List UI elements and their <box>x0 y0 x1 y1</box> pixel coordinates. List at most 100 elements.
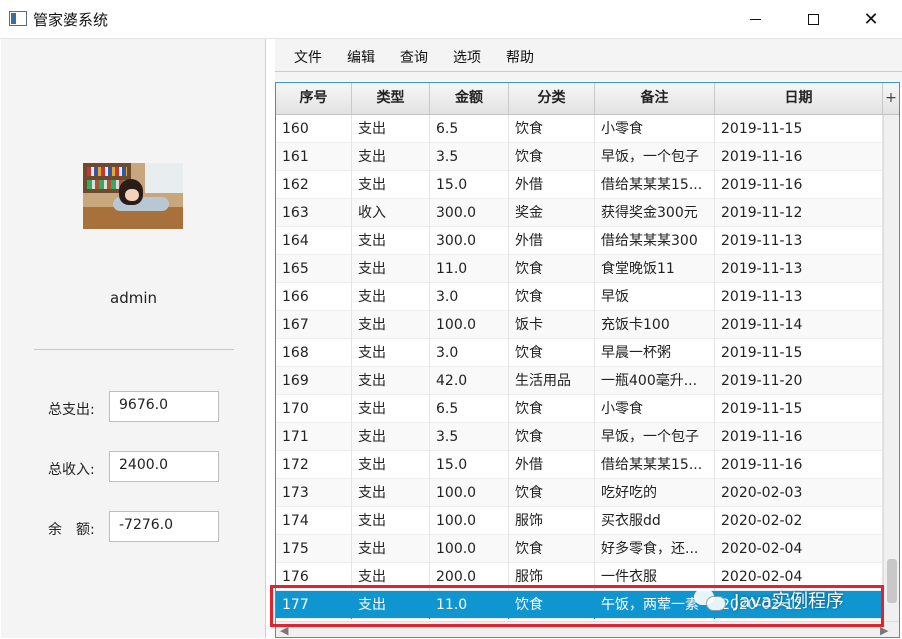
cell-note: 买衣服dd <box>595 507 715 535</box>
cell-category: 饮食 <box>509 255 595 283</box>
cell-type: 支出 <box>352 395 430 423</box>
menu-file[interactable]: 文件 <box>294 47 322 67</box>
table-row[interactable]: 160 支出 6.5 饮食 小零食 2019-11-15 <box>276 115 883 143</box>
table-row[interactable]: 168 支出 3.0 饮食 早晨一杯粥 2019-11-15 <box>276 339 883 367</box>
cell-date: 2019-11-13 <box>715 283 883 311</box>
table-row[interactable]: 166 支出 3.0 饮食 早饭 2019-11-13 <box>276 283 883 311</box>
menu-query[interactable]: 查询 <box>400 47 428 67</box>
vertical-scrollbar[interactable] <box>883 115 899 621</box>
cell-type: 支出 <box>352 423 430 451</box>
cell-type: 支出 <box>352 143 430 171</box>
cell-type: 支出 <box>352 479 430 507</box>
total-expense-label: 总支出: <box>48 402 95 418</box>
cell-type: 支出 <box>352 227 430 255</box>
avatar <box>83 163 183 229</box>
cell-note: 早饭，一个包子 <box>595 143 715 171</box>
table-row[interactable]: 165 支出 11.0 饮食 食堂晚饭11 2019-11-13 <box>276 255 883 283</box>
cell-amount: 6.5 <box>430 395 509 423</box>
cell-id: 174 <box>276 507 352 535</box>
cell-date: 2019-11-13 <box>715 255 883 283</box>
cell-amount: 3.5 <box>430 423 509 451</box>
total-income-label: 总收入: <box>48 462 95 478</box>
minimize-icon <box>749 18 761 20</box>
cell-amount: 3.0 <box>430 339 509 367</box>
cell-id: 171 <box>276 423 352 451</box>
cell-category: 饮食 <box>509 395 595 423</box>
cell-note: 早饭 <box>595 283 715 311</box>
table-row[interactable]: 171 支出 3.5 饮食 早饭，一个包子 2019-11-16 <box>276 423 883 451</box>
cell-amount: 11.0 <box>430 591 509 619</box>
column-header-amount[interactable]: 金额 <box>430 83 509 114</box>
cell-note: 早饭，一个包子 <box>595 423 715 451</box>
cell-date: 2019-11-13 <box>715 227 883 255</box>
cell-category: 外借 <box>509 227 595 255</box>
column-header-type[interactable]: 类型 <box>352 83 430 114</box>
scroll-right-icon[interactable]: ▶ <box>880 624 888 637</box>
cell-type: 支出 <box>352 591 430 619</box>
watermark: Java实例程序 <box>694 585 844 615</box>
watermark-text: Java实例程序 <box>734 591 845 612</box>
cell-note: 借给某某某300 <box>595 227 715 255</box>
cell-category: 饮食 <box>509 143 595 171</box>
table-row[interactable]: 170 支出 6.5 饮食 小零食 2019-11-15 <box>276 395 883 423</box>
table-row[interactable]: 175 支出 100.0 饮食 好多零食，还... 2020-02-04 <box>276 535 883 563</box>
table-row[interactable]: 174 支出 100.0 服饰 买衣服dd 2020-02-02 <box>276 507 883 535</box>
column-header-date[interactable]: 日期 <box>715 83 883 114</box>
cell-category: 饮食 <box>509 535 595 563</box>
balance-field[interactable]: -7276.0 <box>109 511 219 542</box>
menu-help[interactable]: 帮助 <box>506 47 534 67</box>
total-expense-field[interactable]: 9676.0 <box>109 391 219 422</box>
table-row[interactable]: 169 支出 42.0 生活用品 一瓶400毫升... 2019-11-20 <box>276 367 883 395</box>
cell-category: 服饰 <box>509 563 595 591</box>
table-row[interactable]: 161 支出 3.5 饮食 早饭，一个包子 2019-11-16 <box>276 143 883 171</box>
cell-id: 168 <box>276 339 352 367</box>
maximize-button[interactable] <box>784 0 842 38</box>
cell-id: 161 <box>276 143 352 171</box>
cell-amount: 11.0 <box>430 255 509 283</box>
horizontal-scrollbar[interactable]: ◀ ▶ <box>276 621 899 637</box>
cell-type: 支出 <box>352 283 430 311</box>
records-table: 序号 类型 金额 分类 备注 日期 + 160 支出 6.5 饮食 小零食 2019-11… <box>275 82 900 638</box>
column-header-id[interactable]: 序号 <box>276 83 352 114</box>
cell-note: 获得奖金300元 <box>595 199 715 227</box>
cell-id: 173 <box>276 479 352 507</box>
close-button[interactable]: ✕ <box>842 0 900 38</box>
cell-type: 支出 <box>352 367 430 395</box>
cell-id: 172 <box>276 451 352 479</box>
scroll-left-icon[interactable]: ◀ <box>280 624 288 637</box>
cell-date: 2019-11-16 <box>715 423 883 451</box>
table-row[interactable]: 167 支出 100.0 饭卡 充饭卡100 2019-11-14 <box>276 311 883 339</box>
maximize-icon <box>807 13 819 25</box>
total-income-field[interactable]: 2400.0 <box>109 451 219 482</box>
cell-id: 163 <box>276 199 352 227</box>
table-row[interactable]: 173 支出 100.0 饮食 吃好吃的 2020-02-03 <box>276 479 883 507</box>
table-row[interactable]: 163 收入 300.0 奖金 获得奖金300元 2019-11-12 <box>276 199 883 227</box>
cell-note: 借给某某某15... <box>595 171 715 199</box>
cell-id: 170 <box>276 395 352 423</box>
table-row[interactable]: 164 支出 300.0 外借 借给某某某300 2019-11-13 <box>276 227 883 255</box>
menu-bar: 文件 编辑 查询 选项 帮助 <box>275 39 902 71</box>
cell-date: 2020-02-02 <box>715 507 883 535</box>
menu-edit[interactable]: 编辑 <box>347 47 375 67</box>
cell-date: 2020-02-04 <box>715 535 883 563</box>
cell-amount: 300.0 <box>430 199 509 227</box>
vertical-scroll-thumb[interactable] <box>887 559 897 603</box>
minimize-button[interactable] <box>726 0 784 38</box>
username: admin <box>110 289 157 307</box>
cell-date: 2019-11-12 <box>715 199 883 227</box>
cell-note: 一瓶400毫升... <box>595 367 715 395</box>
cell-id: 162 <box>276 171 352 199</box>
column-menu-icon[interactable]: + <box>883 83 899 114</box>
cell-note: 食堂晚饭11 <box>595 255 715 283</box>
close-icon: ✕ <box>863 8 879 30</box>
cell-type: 支出 <box>352 507 430 535</box>
table-row[interactable]: 162 支出 15.0 外借 借给某某某15... 2019-11-16 <box>276 171 883 199</box>
column-header-note[interactable]: 备注 <box>595 83 715 114</box>
table-row[interactable]: 172 支出 15.0 外借 借给某某某15... 2019-11-16 <box>276 451 883 479</box>
cell-id: 169 <box>276 367 352 395</box>
cell-category: 饭卡 <box>509 311 595 339</box>
cell-type: 支出 <box>352 255 430 283</box>
cell-note: 小零食 <box>595 395 715 423</box>
column-header-category[interactable]: 分类 <box>509 83 595 114</box>
menu-options[interactable]: 选项 <box>453 47 481 67</box>
